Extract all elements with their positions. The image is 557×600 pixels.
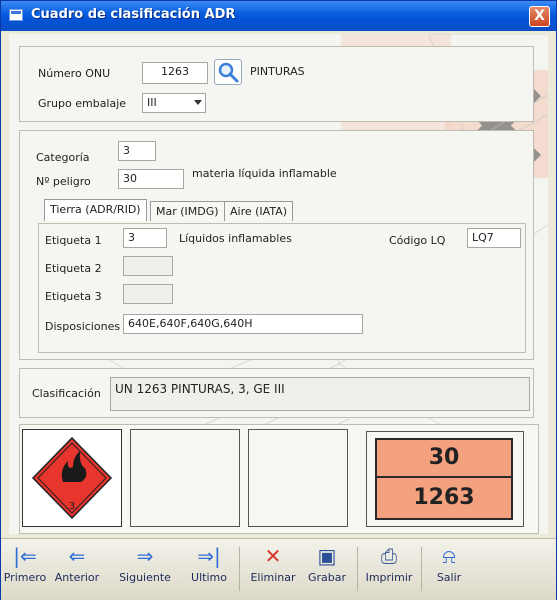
placard-class-number: 3: [69, 501, 75, 512]
tab-panel: Etiqueta 1 3 Líquidos inflamables Código…: [38, 223, 526, 353]
etiqueta1-label: Etiqueta 1: [45, 234, 102, 247]
previous-label: Anterior: [54, 571, 100, 584]
etiqueta2-field[interactable]: [123, 256, 173, 276]
delete-button[interactable]: ✕ Eliminar: [249, 543, 297, 584]
previous-button[interactable]: ⇐ Anterior: [51, 543, 103, 584]
onu-label: Número ONU: [38, 67, 111, 80]
tab-tierra[interactable]: Tierra (ADR/RID): [44, 199, 147, 221]
tab-aire[interactable]: Aire (IATA): [224, 201, 294, 221]
last-arrow-icon: ⇒|: [197, 544, 221, 568]
print-button[interactable]: ⎙ Imprimir: [365, 543, 413, 584]
save-button[interactable]: ▣ Grabar: [305, 543, 349, 584]
danger-number-label: Nº peligro: [36, 175, 91, 188]
flammable-diamond-icon: 3: [31, 436, 113, 520]
save-label: Grabar: [307, 571, 347, 584]
magnifier-icon: [218, 62, 239, 83]
window-title: Cuadro de clasificación ADR: [31, 7, 236, 22]
last-label: Ultimo: [191, 571, 227, 584]
orange-plate-frame: 30 1263: [366, 431, 524, 527]
labels-group: 3 30 1263: [19, 424, 539, 534]
close-button[interactable]: X: [529, 6, 550, 27]
packing-group-value: III: [147, 96, 157, 109]
first-button[interactable]: |⇐ Primero: [3, 543, 47, 584]
etiqueta1-field[interactable]: 3: [123, 228, 167, 248]
toolbar-separator: [421, 547, 422, 591]
next-arrow-icon: ⇒: [136, 544, 154, 568]
classification-field[interactable]: UN 1263 PINTURAS, 3, GE III: [110, 377, 530, 411]
app-icon: [9, 9, 23, 21]
next-button[interactable]: ⇒ Siguiente: [117, 543, 173, 584]
exit-icon: ⍾: [442, 544, 456, 568]
title-bar[interactable]: Cuadro de clasificación ADR X: [1, 1, 556, 31]
category-label: Categoría: [36, 151, 90, 164]
etiqueta2-label: Etiqueta 2: [45, 262, 102, 275]
codigo-lq-field[interactable]: LQ7: [467, 228, 521, 248]
danger-number-field[interactable]: 30: [118, 169, 184, 189]
first-label: Primero: [3, 571, 47, 584]
chevron-down-icon: [194, 100, 202, 105]
delete-x-icon: ✕: [264, 544, 282, 568]
delete-label: Eliminar: [250, 571, 296, 584]
save-disk-icon: ▣: [317, 544, 337, 568]
tab-strip: Tierra (ADR/RID) Mar (IMDG) Aire (IATA): [44, 199, 524, 225]
last-button[interactable]: ⇒| Ultimo: [189, 543, 229, 584]
bottom-toolbar: |⇐ Primero ⇐ Anterior ⇒ Siguiente ⇒| Ult…: [1, 538, 556, 600]
label-box-2: [130, 429, 240, 527]
disposiciones-label: Disposiciones: [45, 320, 121, 333]
exit-label: Salir: [436, 571, 462, 584]
substance-name: PINTURAS: [250, 65, 305, 78]
packing-group-select[interactable]: III: [142, 93, 206, 113]
identification-group: Número ONU 1263 PINTURAS Grupo embalaje …: [19, 46, 534, 122]
toolbar-separator: [239, 547, 240, 591]
classification-group: Clasificación UN 1263 PINTURAS, 3, GE II…: [19, 368, 534, 418]
label-box-3: [248, 429, 348, 527]
app-window: Cuadro de clasificación ADR X Número ONU…: [0, 0, 557, 600]
etiqueta3-field[interactable]: [123, 284, 173, 304]
packing-group-label: Grupo embalaje: [38, 97, 127, 110]
toolbar-separator: [357, 547, 358, 591]
disposiciones-field[interactable]: 640E,640F,640G,640H: [123, 314, 363, 334]
orange-plate-top: 30: [375, 438, 513, 478]
printer-icon: ⎙: [381, 544, 397, 568]
hazard-group: Categoría 3 Nº peligro 30 materia líquid…: [19, 130, 534, 360]
prev-arrow-icon: ⇐: [68, 544, 86, 568]
category-field[interactable]: 3: [118, 141, 156, 161]
onu-number-field[interactable]: 1263: [142, 62, 208, 84]
first-arrow-icon: |⇐: [13, 544, 37, 568]
classification-label: Clasificación: [32, 387, 101, 400]
print-label: Imprimir: [365, 571, 413, 584]
codigo-lq-label: Código LQ: [389, 234, 446, 247]
exit-button[interactable]: ⍾ Salir: [429, 543, 469, 584]
next-label: Siguiente: [119, 571, 171, 584]
label-box-1: 3: [22, 429, 122, 527]
danger-description: materia líquida inflamable: [192, 167, 337, 180]
tab-mar[interactable]: Mar (IMDG): [150, 201, 225, 221]
search-button[interactable]: [214, 59, 242, 85]
etiqueta1-description: Líquidos inflamables: [179, 232, 292, 245]
etiqueta3-label: Etiqueta 3: [45, 290, 102, 303]
orange-plate-bottom: 1263: [375, 476, 513, 520]
main-content: Número ONU 1263 PINTURAS Grupo embalaje …: [9, 34, 548, 534]
